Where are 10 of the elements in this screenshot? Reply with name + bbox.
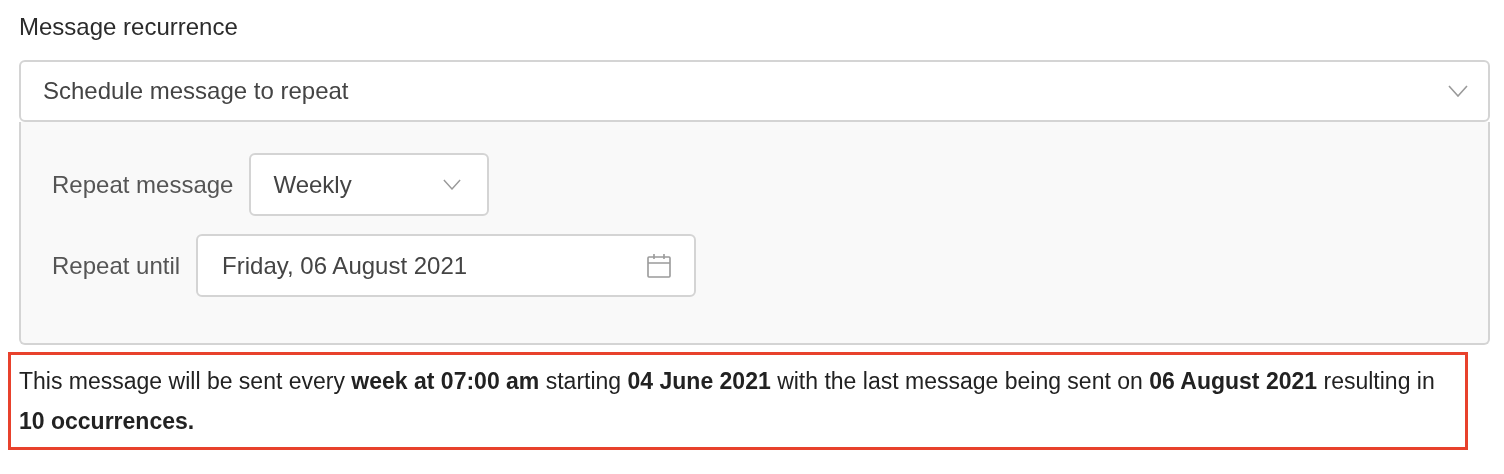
date-field[interactable]: Friday, 06 August 2021 [196,234,697,297]
summary-text: This message will be sent every week at 07:00 am starting 04 June 2021 with the last message being sent on 06 August 2021 resulting in 10 occurrences. [19,367,1436,436]
field-label: Repeat until [52,250,181,281]
field-label: Repeat message [52,169,234,200]
chevron-down-icon [443,179,462,190]
recurrence-select[interactable]: Schedule message to repeat [19,60,1490,122]
calendar-icon [646,252,673,279]
chevron-down-icon [1448,85,1468,97]
repeat-select[interactable]: Weekly [249,153,490,216]
section-label: Message recurrence [19,12,239,42]
